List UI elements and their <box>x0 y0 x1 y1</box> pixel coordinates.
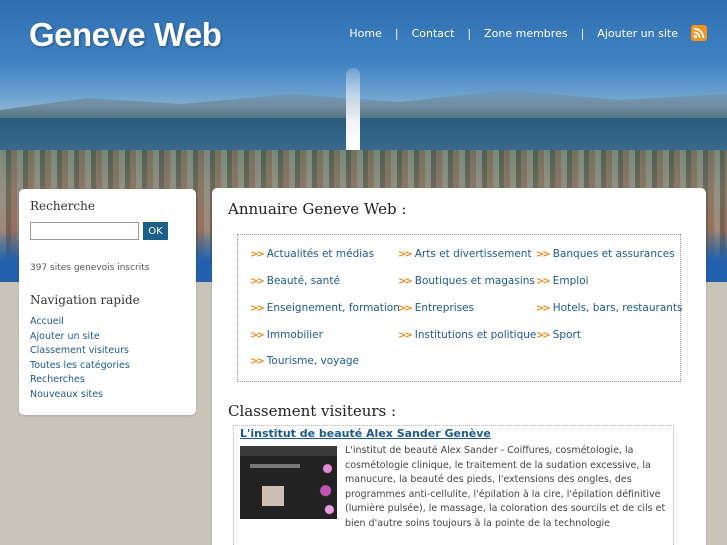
ranked-site-card: L'institut de beauté Alex Sander Genève … <box>233 425 674 545</box>
arrow-icon: >> <box>250 276 265 287</box>
category-link[interactable]: >> Immobilier <box>250 329 323 341</box>
top-navigation: Home | Contact | Zone membres | Ajouter … <box>349 25 707 41</box>
thumbnail-menu <box>250 464 300 468</box>
search-input[interactable] <box>30 222 139 240</box>
category-link[interactable]: >> Institutions et politique <box>398 329 536 341</box>
category-label: Sport <box>552 329 581 341</box>
category-label: Enseignement, formation <box>266 302 400 314</box>
category-link[interactable]: >> Actualités et médias <box>250 248 374 260</box>
quick-nav-list: Accueil Ajouter un site Classement visit… <box>30 315 185 402</box>
arrow-icon: >> <box>250 330 265 341</box>
thumbnail-portrait <box>262 486 284 506</box>
nav-separator: | <box>580 26 585 40</box>
nav-home-link[interactable]: Home <box>349 27 381 40</box>
quick-nav-ranking[interactable]: Classement visiteurs <box>30 345 129 356</box>
site-count-text: 397 sites genevois inscrits <box>30 263 150 273</box>
arrow-icon: >> <box>536 249 551 260</box>
category-link[interactable]: >> Hotels, bars, restaurants <box>536 302 683 314</box>
arrow-icon: >> <box>536 276 551 287</box>
category-label: Actualités et médias <box>266 248 375 260</box>
category-link[interactable]: >> Tourisme, voyage <box>250 355 359 367</box>
category-label: Beauté, santé <box>266 275 340 287</box>
thumbnail-header <box>240 446 337 456</box>
quick-nav-all-categories[interactable]: Toutes les catégories <box>30 360 130 371</box>
arrow-icon: >> <box>536 330 551 341</box>
quick-nav-home[interactable]: Accueil <box>30 316 64 327</box>
category-grid: >> Actualités et médias >> Arts et diverti… <box>237 234 683 382</box>
quick-nav-heading: Navigation rapide <box>30 293 140 307</box>
category-link[interactable]: >> Entreprises <box>398 302 474 314</box>
nav-separator: | <box>467 26 472 40</box>
category-link[interactable]: >> Banques et assurances <box>536 248 675 260</box>
nav-add-site-link[interactable]: Ajouter un site <box>597 27 678 40</box>
arrow-icon: >> <box>536 303 551 314</box>
category-label: Institutions et politique <box>414 329 537 341</box>
category-label: Boutiques et magasins <box>414 275 535 287</box>
search-heading: Recherche <box>30 199 95 213</box>
category-link[interactable]: >> Sport <box>536 329 581 341</box>
banner-mountains <box>0 90 727 122</box>
directory-title: Annuaire Geneve Web : <box>228 200 407 218</box>
ranking-title: Classement visiteurs : <box>228 402 397 420</box>
nav-members-link[interactable]: Zone membres <box>484 27 567 40</box>
category-label: Arts et divertissement <box>414 248 532 260</box>
category-link[interactable]: >> Emploi <box>536 275 589 287</box>
ranked-site-title-link[interactable]: L'institut de beauté Alex Sander Genève <box>240 427 491 440</box>
quick-nav-add-site[interactable]: Ajouter un site <box>30 331 100 342</box>
category-label: Emploi <box>552 275 589 287</box>
arrow-icon: >> <box>250 356 265 367</box>
category-label: Banques et assurances <box>552 248 675 260</box>
arrow-icon: >> <box>250 249 265 260</box>
category-label: Tourisme, voyage <box>266 355 359 367</box>
sidebar: Recherche OK 397 sites genevois inscrits… <box>19 189 196 415</box>
nav-separator: | <box>394 26 399 40</box>
arrow-icon: >> <box>250 303 265 314</box>
jet-deau-fountain <box>346 68 360 158</box>
category-link[interactable]: >> Enseignement, formation <box>250 302 400 314</box>
arrow-icon: >> <box>398 330 413 341</box>
main-content: Annuaire Geneve Web : >> Actualités et mé… <box>212 188 706 545</box>
search-form: OK <box>30 222 185 240</box>
category-label: Hotels, bars, restaurants <box>552 302 683 314</box>
thumbnail-orchid <box>318 456 337 519</box>
quick-nav-searches[interactable]: Recherches <box>30 374 85 385</box>
site-thumbnail[interactable] <box>240 446 337 519</box>
category-label: Immobilier <box>266 329 323 341</box>
quick-nav-new-sites[interactable]: Nouveaux sites <box>30 389 103 400</box>
rss-feed-icon[interactable] <box>691 25 707 41</box>
nav-contact-link[interactable]: Contact <box>412 27 455 40</box>
ranked-site-description: L'institut de beauté Alex Sander - Coiff… <box>345 445 666 529</box>
arrow-icon: >> <box>398 249 413 260</box>
arrow-icon: >> <box>398 303 413 314</box>
category-link[interactable]: >> Beauté, santé <box>250 275 340 287</box>
category-label: Entreprises <box>414 302 475 314</box>
site-logo[interactable]: Geneve Web <box>29 16 222 54</box>
search-ok-button[interactable]: OK <box>143 222 168 240</box>
category-link[interactable]: >> Boutiques et magasins <box>398 275 535 287</box>
category-link[interactable]: >> Arts et divertissement <box>398 248 532 260</box>
arrow-icon: >> <box>398 276 413 287</box>
